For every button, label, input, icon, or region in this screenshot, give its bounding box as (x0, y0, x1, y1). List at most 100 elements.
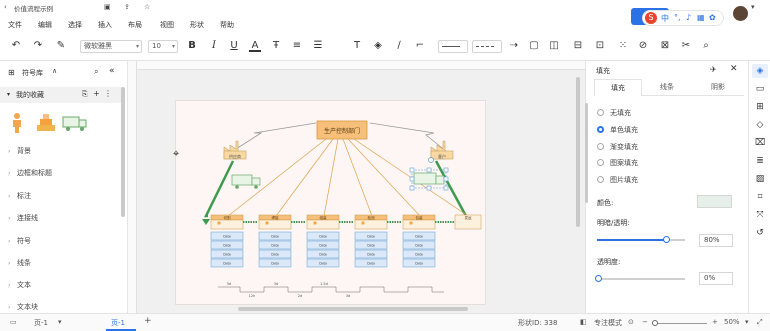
lock-icon[interactable]: ⊘ (637, 40, 649, 52)
add-page-icon[interactable]: + (144, 316, 152, 326)
library-category-borders[interactable]: › 边框和标题 (8, 168, 52, 178)
fill-bucket-icon[interactable]: ◈ (372, 40, 384, 52)
tab-line[interactable]: 线条 (642, 79, 692, 96)
text-box-icon[interactable]: T (351, 40, 363, 52)
zoom-slider-thumb[interactable] (652, 320, 658, 326)
fit-icon[interactable]: ⤧ (754, 209, 766, 221)
canvas-vertical-scrollbar[interactable] (576, 77, 580, 227)
shade-slider-thumb[interactable] (663, 236, 671, 243)
process-box[interactable]: 检测 Data Data Data Data (354, 214, 388, 268)
play-icon[interactable]: ⊙ (628, 318, 634, 326)
back-icon[interactable]: ‹ (4, 3, 7, 11)
line-dash-select[interactable] (472, 40, 502, 53)
bold-icon[interactable]: B (186, 40, 198, 52)
more-icon[interactable]: ⋮ (104, 89, 112, 98)
menu-select[interactable]: 选择 (68, 20, 82, 30)
page-settings-icon[interactable]: ▭ (754, 83, 766, 95)
library-category-lines[interactable]: › 线条 (8, 258, 31, 268)
process-box[interactable]: 包装 Data Data Data Data (402, 214, 436, 268)
chevron-down-icon[interactable]: ▾ (745, 318, 749, 326)
undo-icon[interactable]: ↶ (10, 40, 22, 52)
format-painter-icon[interactable]: ✎ (55, 40, 67, 52)
arrow-style-icon[interactable]: ⇢ (508, 40, 520, 52)
collapse-panel-icon[interactable]: « (109, 66, 115, 76)
italic-icon[interactable]: I (208, 40, 220, 52)
fill-option-picture[interactable]: 图片填充 (597, 175, 638, 185)
color-swatch[interactable] (697, 195, 732, 208)
customer-factory[interactable]: 客户 (428, 140, 454, 163)
star-icon[interactable]: ☆ (144, 3, 150, 11)
drawing-canvas[interactable]: 生产控制部门 供应商 客户 切割 Data Data Data Data 焊接 … (128, 61, 585, 313)
zoom-in-icon[interactable]: + (712, 318, 718, 326)
zoom-slider[interactable] (652, 323, 707, 324)
bring-front-icon[interactable]: ▢ (528, 40, 540, 52)
shade-value-input[interactable]: 80% (699, 234, 733, 247)
focus-mode-icon[interactable]: ◧ (580, 318, 587, 326)
operator-shape[interactable] (13, 113, 21, 133)
line-spacing-icon[interactable]: ☰ (312, 40, 324, 52)
align-center-icon[interactable]: ≡ (291, 40, 303, 52)
process-box[interactable]: 组装 Data Data Data Data (306, 214, 340, 268)
search-icon[interactable]: ⌕ (94, 67, 98, 77)
edit-icon[interactable]: ⊠ (659, 40, 671, 52)
library-category-symbols[interactable]: › 符号 (8, 236, 31, 246)
layers-icon[interactable]: ◇ (754, 119, 766, 131)
share-icon[interactable]: ⇪ (124, 3, 130, 11)
favorites-header[interactable]: ▾ 我的收藏 ⎘ + ⋮ (0, 87, 122, 103)
redo-icon[interactable]: ↷ (32, 40, 44, 52)
chevron-up-icon[interactable]: ∧ (52, 67, 57, 75)
fill-bucket-icon[interactable]: ◈ (754, 65, 766, 77)
chevron-down-icon[interactable]: ▾ (58, 318, 62, 326)
comment-icon[interactable]: ⌧ (754, 137, 766, 149)
canvas-horizontal-scrollbar[interactable] (238, 307, 468, 311)
import-icon[interactable]: ⎘ (82, 90, 88, 99)
menu-edit[interactable]: 编辑 (38, 20, 52, 30)
tab-fill[interactable]: 填充 (594, 79, 642, 96)
tab-shadow[interactable]: 阴影 (692, 79, 744, 96)
page-tab-active[interactable]: 页-1 (106, 315, 136, 331)
transparency-slider-thumb[interactable] (595, 275, 602, 282)
line-color-icon[interactable]: ∕ (393, 40, 405, 52)
supplier-factory[interactable]: 供应商 (223, 140, 247, 160)
library-category-textblock[interactable]: › 文本块 (8, 302, 38, 312)
library-category-connectors[interactable]: › 连接线 (8, 213, 38, 223)
page-layout-icon[interactable]: ▭ (10, 318, 17, 326)
truck-shape[interactable] (62, 116, 87, 131)
data-icon[interactable]: ≣ (754, 155, 766, 167)
menu-file[interactable]: 文件 (8, 20, 22, 30)
add-icon[interactable]: + (93, 89, 100, 98)
library-category-callouts[interactable]: › 标注 (8, 191, 31, 201)
menu-view[interactable]: 视图 (160, 20, 174, 30)
fill-option-pattern[interactable]: 图案填充 (597, 158, 638, 168)
image-icon[interactable]: ▨ (754, 173, 766, 185)
font-size-select[interactable]: 10 ▾ (148, 40, 178, 53)
library-scrollbar[interactable] (121, 87, 125, 217)
shade-slider-track[interactable] (597, 236, 685, 243)
history-icon[interactable]: ↺ (754, 227, 766, 239)
transparency-slider-track[interactable] (595, 275, 685, 282)
shipping-box[interactable]: 发运 (454, 214, 482, 230)
format-panel-scrollbar[interactable] (585, 103, 588, 203)
chevron-down-icon[interactable]: ▾ (751, 3, 755, 11)
font-color-icon[interactable]: A (249, 40, 261, 52)
underline-icon[interactable]: U (228, 40, 240, 52)
menu-layout[interactable]: 布局 (128, 20, 142, 30)
tools-icon[interactable]: ✂ (680, 40, 692, 52)
transparency-value-input[interactable]: 0% (699, 272, 733, 285)
zoom-out-icon[interactable]: − (642, 318, 648, 326)
menu-help[interactable]: 帮助 (220, 20, 234, 30)
zoom-level[interactable]: 50% (724, 318, 740, 326)
pin-icon[interactable]: ✈ (710, 65, 717, 74)
diagram-page[interactable]: 生产控制部门 供应商 客户 切割 Data Data Data Data 焊接 … (175, 100, 486, 305)
group-icon[interactable]: ⊡ (594, 40, 606, 52)
menu-shape[interactable]: 形状 (190, 20, 204, 30)
save-icon[interactable]: ▣ (104, 3, 111, 11)
truck-left[interactable] (231, 174, 261, 189)
font-family-select[interactable]: 微软雅黑 ▾ (80, 40, 142, 53)
fill-option-solid[interactable]: 单色填充 (597, 125, 638, 135)
process-box[interactable]: 焊接 Data Data Data Data (258, 214, 292, 268)
fill-option-none[interactable]: 无填充 (597, 108, 631, 118)
process-box[interactable]: 切割 Data Data Data Data (210, 214, 244, 268)
fill-option-gradient[interactable]: 渐变填充 (597, 142, 638, 152)
library-category-text[interactable]: › 文本 (8, 280, 31, 290)
